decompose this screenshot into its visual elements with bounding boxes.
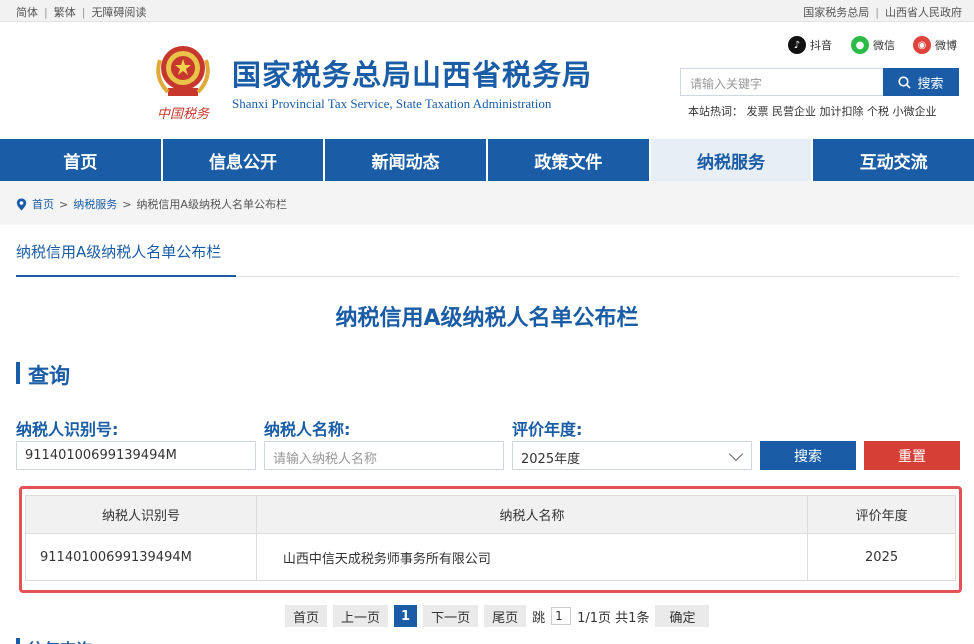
accessibility-link[interactable]: 无障碍阅读 — [91, 6, 146, 19]
douyin-link[interactable]: ♪ 抖音 — [788, 36, 832, 54]
pager-prev[interactable]: 上一页 — [333, 605, 389, 627]
year-label: 评价年度: — [512, 420, 583, 439]
search-button-label: 搜索 — [917, 76, 944, 92]
tax-emblem-logo[interactable]: 中国税务 — [150, 40, 216, 124]
chevron-down-icon — [728, 446, 744, 462]
breadcrumb-tax-service[interactable]: 纳税服务 — [73, 196, 117, 212]
pager-jump-label: 跳 — [532, 610, 546, 626]
nav-interaction[interactable]: 互动交流 — [813, 139, 974, 181]
header-taxpayer-name: 纳税人名称 — [255, 495, 809, 534]
breadcrumb-home[interactable]: 首页 — [32, 196, 54, 212]
pagination: 首页 上一页 1 下一页 尾页 跳 1 1/1页 共1条 确定 — [285, 605, 710, 627]
weibo-link[interactable]: ◉ 微博 — [913, 36, 957, 54]
hot-search-terms[interactable]: 本站热词： 发票 民营企业 加计扣除 个税 小微企业 — [688, 103, 936, 119]
history-section-title: 往年查询 — [28, 636, 92, 644]
cell-taxpayer-name: 山西中信天成税务师事务所有限公司 — [255, 533, 809, 581]
top-utility-bar: 简体 | 繁体 | 无障碍阅读 国家税务总局 | 山西省人民政府 — [0, 0, 974, 22]
site-subtitle: Shanxi Provincial Tax Service, State Tax… — [232, 96, 552, 111]
nav-policy[interactable]: 政策文件 — [488, 139, 651, 181]
header-taxpayer-id: 纳税人识别号 — [25, 495, 257, 534]
search-icon — [898, 75, 912, 89]
site-search-input[interactable]: 请输入关键字 — [680, 68, 884, 96]
history-accent-bar — [16, 638, 20, 644]
douyin-label: 抖音 — [810, 39, 832, 52]
pager-last[interactable]: 尾页 — [484, 605, 527, 627]
taxpayer-name-input[interactable]: 请输入纳税人名称 — [264, 441, 504, 470]
douyin-icon: ♪ — [788, 36, 806, 54]
results-table: 纳税人识别号 纳税人名称 评价年度 91140100699139494M 山西中… — [25, 495, 956, 581]
year-select-value: 2025年度 — [521, 452, 581, 467]
nav-news[interactable]: 新闻动态 — [325, 139, 489, 181]
pager-confirm-button[interactable]: 确定 — [655, 605, 710, 627]
shanxi-gov-link[interactable]: 山西省人民政府 — [885, 6, 962, 19]
query-accent-bar — [16, 362, 20, 384]
weibo-icon: ◉ — [913, 36, 931, 54]
nav-info-disclosure[interactable]: 信息公开 — [163, 139, 326, 181]
wechat-label: 微信 — [873, 39, 895, 52]
logo-caption: 中国税务 — [157, 107, 210, 122]
traditional-link[interactable]: 繁体 — [54, 6, 76, 19]
pager-info: 1/1页 共1条 — [577, 610, 650, 626]
pager-jump-input[interactable]: 1 — [551, 607, 572, 625]
sta-link[interactable]: 国家税务总局 — [803, 6, 869, 19]
wechat-icon: ● — [851, 36, 869, 54]
table-row[interactable]: 91140100699139494M 山西中信天成税务师事务所有限公司 2025 — [25, 533, 956, 581]
weibo-label: 微博 — [935, 39, 957, 52]
nav-tax-service[interactable]: 纳税服务 — [650, 139, 814, 181]
page-title: 纳税信用A级纳税人名单公布栏 — [335, 306, 639, 331]
nav-home[interactable]: 首页 — [0, 139, 163, 181]
pager-current[interactable]: 1 — [394, 605, 418, 627]
breadcrumb: 首页 > 纳税服务 > 纳税信用A级纳税人名单公布栏 — [16, 196, 287, 212]
main-nav: 首页 信息公开 新闻动态 政策文件 纳税服务 互动交流 — [0, 139, 974, 181]
pager-next[interactable]: 下一页 — [423, 605, 479, 627]
cell-taxpayer-id: 91140100699139494M — [25, 533, 257, 581]
header-year: 评价年度 — [807, 495, 956, 534]
site-search-button[interactable]: 搜索 — [883, 68, 959, 96]
taxpayer-name-label: 纳税人名称: — [264, 420, 351, 439]
query-section-title: 查询 — [28, 364, 70, 388]
simplified-link[interactable]: 简体 — [16, 6, 38, 19]
site-title[interactable]: 国家税务总局山西省税务局 — [232, 52, 592, 94]
taxpayer-id-input[interactable]: 91140100699139494M — [16, 441, 256, 470]
location-pin-icon — [16, 198, 27, 210]
query-search-button[interactable]: 搜索 — [760, 441, 856, 470]
table-header-row: 纳税人识别号 纳税人名称 评价年度 — [25, 495, 956, 534]
query-reset-button[interactable]: 重置 — [864, 441, 960, 470]
breadcrumb-current: 纳税信用A级纳税人名单公布栏 — [136, 198, 287, 211]
wechat-link[interactable]: ● 微信 — [851, 36, 895, 54]
cell-year: 2025 — [807, 533, 956, 581]
tab-a-level-list[interactable]: 纳税信用A级纳税人名单公布栏 — [16, 241, 221, 262]
tab-active-underline — [16, 275, 236, 277]
year-select[interactable]: 2025年度 — [512, 441, 752, 470]
pager-first[interactable]: 首页 — [285, 605, 328, 627]
taxpayer-id-label: 纳税人识别号: — [16, 420, 119, 439]
